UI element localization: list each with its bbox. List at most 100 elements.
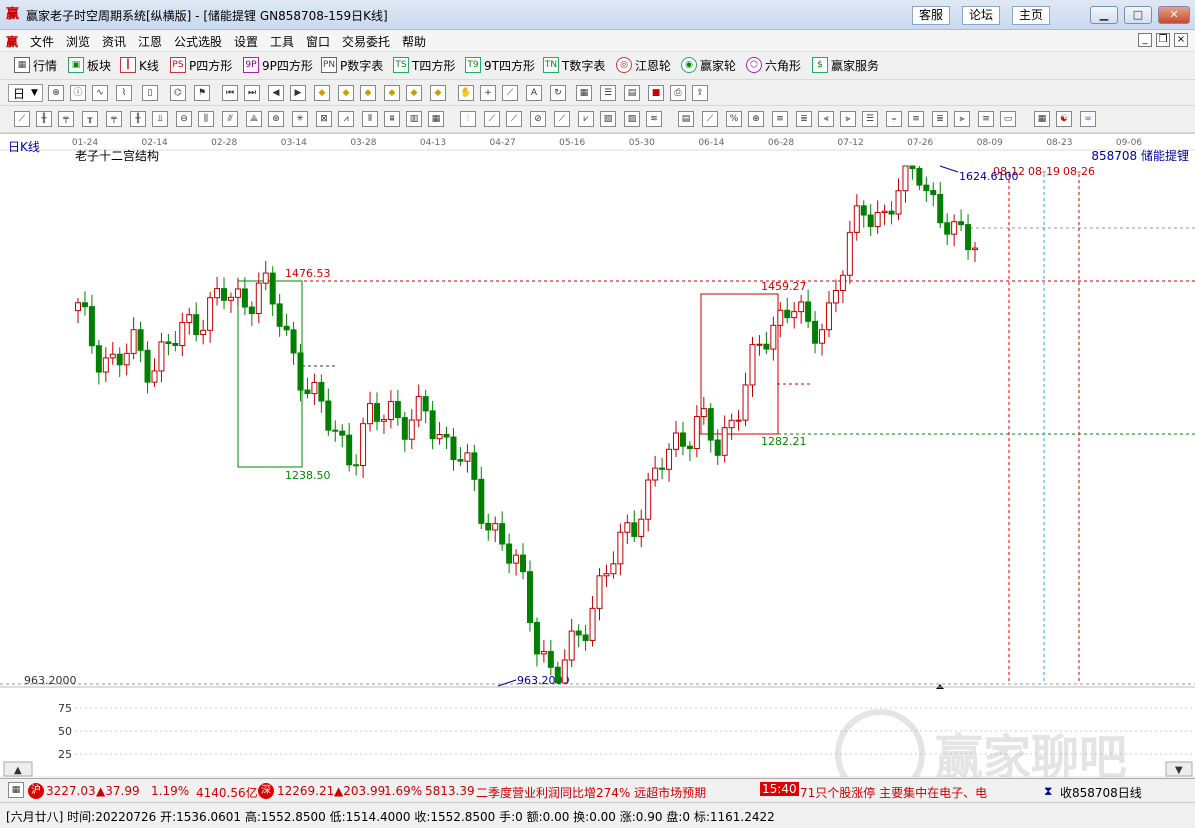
- zoom-icon[interactable]: ⊕: [48, 85, 64, 101]
- maximize-icon[interactable]: □: [1124, 6, 1152, 24]
- draw-tool-14-icon[interactable]: ⊠: [316, 111, 332, 127]
- winner-service-button[interactable]: $ 赢家服务: [812, 56, 879, 74]
- menu-file[interactable]: 文件: [30, 33, 54, 50]
- right-move-icon[interactable]: ◆: [430, 85, 446, 101]
- fan-tool-1-icon[interactable]: ⟋: [484, 111, 500, 127]
- menu-gann[interactable]: 江恩: [138, 33, 162, 50]
- fan-tool-7-icon[interactable]: ▨: [624, 111, 640, 127]
- gann-tool-2-icon[interactable]: ⟋: [702, 111, 718, 127]
- p-square-button[interactable]: PS P四方形: [170, 56, 232, 74]
- draw-tool-2-icon[interactable]: ╫: [36, 111, 52, 127]
- gann-tool-9-icon[interactable]: ⩦: [886, 111, 902, 127]
- down-arrow-icon[interactable]: ◆: [338, 85, 354, 101]
- calendar-icon[interactable]: ▦: [576, 85, 592, 101]
- fan-tool-3-icon[interactable]: ⊘: [530, 111, 546, 127]
- gann-tool-6-icon[interactable]: ⫷: [818, 111, 834, 127]
- draw-tool-15-icon[interactable]: ⩘: [338, 111, 354, 127]
- news-headline-2[interactable]: 71只个股涨停 主要集中在电子、电: [800, 784, 1032, 801]
- t-square-button[interactable]: TS T四方形: [393, 56, 455, 74]
- ticker-grid-icon[interactable]: ▦: [8, 782, 24, 798]
- mdi-minimize-icon[interactable]: _: [1138, 33, 1152, 47]
- line-tool-icon[interactable]: ⟋: [502, 85, 518, 101]
- info-icon[interactable]: ⓘ: [70, 85, 86, 101]
- mdi-restore-icon[interactable]: ❐: [1156, 33, 1170, 47]
- draw-tool-11-icon[interactable]: ⟁: [246, 111, 262, 127]
- gann-tool-11-icon[interactable]: ≣: [932, 111, 948, 127]
- refresh-icon[interactable]: ↻: [550, 85, 566, 101]
- shrink-icon[interactable]: ◆: [384, 85, 400, 101]
- draw-tool-3-icon[interactable]: ╤: [58, 111, 74, 127]
- candle-type-icon[interactable]: ▯: [142, 85, 158, 101]
- next-icon[interactable]: ▶: [290, 85, 306, 101]
- draw-tool-13-icon[interactable]: ✳: [292, 111, 308, 127]
- report-icon[interactable]: ▤: [624, 85, 640, 101]
- left-move-icon[interactable]: ◆: [406, 85, 422, 101]
- text-tool-icon[interactable]: A: [526, 85, 542, 101]
- forum-button[interactable]: 论坛: [962, 6, 1001, 25]
- t-number-table-button[interactable]: TN T数字表: [543, 56, 605, 74]
- service-button[interactable]: 客服: [912, 6, 951, 25]
- draw-tool-9-icon[interactable]: ⫼: [198, 111, 214, 127]
- menu-browse[interactable]: 浏览: [66, 33, 90, 50]
- draw-tool-8-icon[interactable]: ⊖: [176, 111, 192, 127]
- fan-tool-4-icon[interactable]: ⟋: [554, 111, 570, 127]
- expand-icon[interactable]: ◆: [360, 85, 376, 101]
- gann-tool-8-icon[interactable]: ☰: [862, 111, 878, 127]
- menu-settings[interactable]: 设置: [234, 33, 258, 50]
- hexagon-button[interactable]: ⬡ 六角形: [746, 56, 801, 74]
- prev-icon[interactable]: ◀: [268, 85, 284, 101]
- home-button[interactable]: 主页: [1012, 6, 1051, 25]
- gann-tool-3-icon[interactable]: ⊕: [748, 111, 764, 127]
- fan-tool-5-icon[interactable]: ⩗: [578, 111, 594, 127]
- draw-tool-17-icon[interactable]: ⩩: [384, 111, 400, 127]
- sectors-button[interactable]: ▣ 板块: [68, 56, 111, 74]
- fan-tool-2-icon[interactable]: ⟋: [506, 111, 522, 127]
- draw-tool-1-icon[interactable]: ⟋: [14, 111, 30, 127]
- minimize-icon[interactable]: ▁: [1090, 6, 1118, 24]
- draw-tool-19-icon[interactable]: ▦: [428, 111, 444, 127]
- gann-tool-1-icon[interactable]: ▤: [678, 111, 694, 127]
- gann-tool-4-icon[interactable]: ≡: [772, 111, 788, 127]
- winner-wheel-button[interactable]: ◉ 赢家轮: [681, 56, 736, 74]
- grid-toggle-icon[interactable]: ▦: [1034, 111, 1050, 127]
- gann-tool-5-icon[interactable]: ≣: [796, 111, 812, 127]
- gann-tool-7-icon[interactable]: ⫸: [840, 111, 856, 127]
- hand-icon[interactable]: ✋: [458, 85, 474, 101]
- news-headline-1[interactable]: 二季度营业利润同比增274% 远超市场预期: [476, 784, 756, 801]
- draw-tool-12-icon[interactable]: ⊛: [268, 111, 284, 127]
- p-number-table-button[interactable]: PN P数字表: [321, 56, 383, 74]
- menu-info[interactable]: 资讯: [102, 33, 126, 50]
- yin-yang-icon[interactable]: ☯: [1056, 111, 1072, 127]
- draw-tool-18-icon[interactable]: ▥: [406, 111, 422, 127]
- kline-button[interactable]: ┃ K线: [120, 56, 159, 74]
- up-arrow-icon[interactable]: ◆: [314, 85, 330, 101]
- kline-chart[interactable]: 01-24 02-14 02-28 03-14 03-28 04-13 04-27 05-16…: [0, 133, 1195, 799]
- flag-icon[interactable]: ⚑: [194, 85, 210, 101]
- alarm-icon[interactable]: ⧗: [1044, 784, 1052, 799]
- indicator-icon[interactable]: ∿: [92, 85, 108, 101]
- last-icon[interactable]: ⏭: [244, 85, 260, 101]
- draw-tool-10-icon[interactable]: ⫻: [222, 111, 238, 127]
- gann-tool-13-icon[interactable]: ≡: [978, 111, 994, 127]
- chart-type-icon[interactable]: ⌇: [116, 85, 132, 101]
- infinity-icon[interactable]: ∞: [1080, 111, 1096, 127]
- save-icon[interactable]: ■: [648, 85, 664, 101]
- 9t-square-button[interactable]: T9 9T四方形: [465, 56, 535, 74]
- menu-formula[interactable]: 公式选股: [174, 33, 222, 50]
- formula-icon[interactable]: ⌬: [170, 85, 186, 101]
- draw-tool-20-icon[interactable]: ⫶: [460, 111, 476, 127]
- gann-wheel-button[interactable]: ◎ 江恩轮: [616, 56, 671, 74]
- draw-tool-6-icon[interactable]: ╫: [130, 111, 146, 127]
- crosshair-icon[interactable]: +: [480, 85, 496, 101]
- export-icon[interactable]: ⇪: [692, 85, 708, 101]
- print-icon[interactable]: ⎙: [670, 85, 686, 101]
- quotes-button[interactable]: ▦ 行情: [14, 56, 57, 74]
- menu-help[interactable]: 帮助: [402, 33, 426, 50]
- gann-tool-12-icon[interactable]: ⫸: [954, 111, 970, 127]
- menu-tools[interactable]: 工具: [270, 33, 294, 50]
- 9p-square-button[interactable]: 9P 9P四方形: [243, 56, 313, 74]
- first-icon[interactable]: ⏮: [222, 85, 238, 101]
- menu-window[interactable]: 窗口: [306, 33, 330, 50]
- gann-tool-14-icon[interactable]: ▭: [1000, 111, 1016, 127]
- percent-icon[interactable]: %: [726, 111, 742, 127]
